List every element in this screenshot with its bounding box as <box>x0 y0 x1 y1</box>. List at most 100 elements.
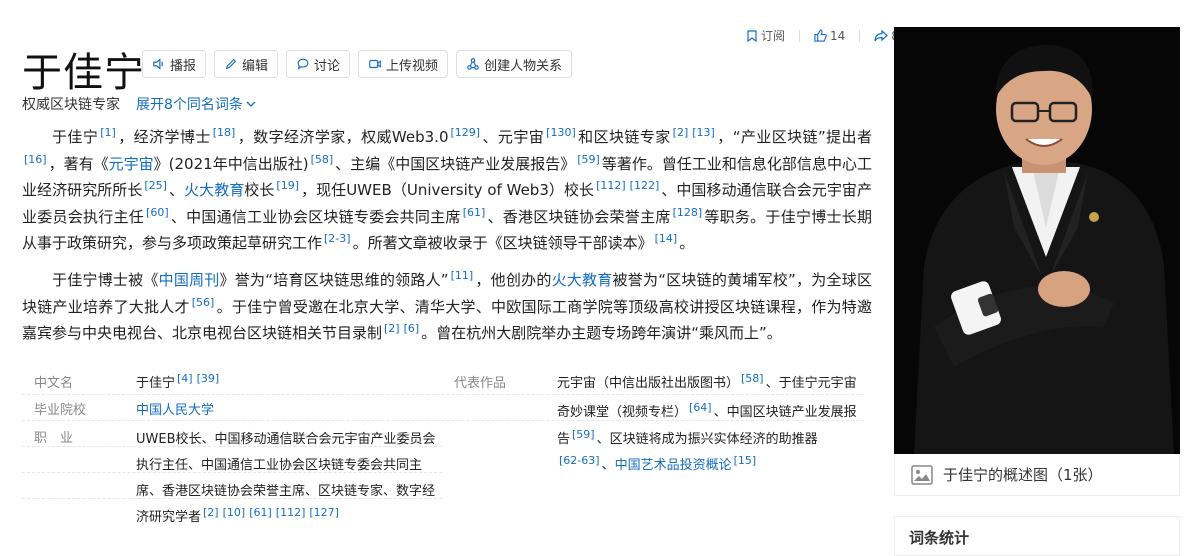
citation-ref[interactable]: [61] <box>249 506 272 519</box>
upload-video-label: 上传视频 <box>386 58 439 74</box>
para-text: ，经济学博士 <box>117 128 211 146</box>
citation-ref[interactable]: [16] <box>24 153 47 166</box>
citation-ref[interactable]: [19] <box>276 179 299 192</box>
like-count: 14 <box>830 28 846 43</box>
gallery-caption[interactable]: 于佳宁的概述图（1张） <box>894 454 1180 496</box>
citation-ref[interactable]: [122] <box>630 179 660 192</box>
link-huoda-education[interactable]: 火大教育 <box>184 181 244 199</box>
info-label: 职 业 <box>34 431 74 446</box>
citation-ref[interactable]: [112] <box>276 506 306 519</box>
create-relation-button[interactable]: 创建人物关系 <box>456 50 573 78</box>
para-text: 》誉为“培育区块链思维的领路人” <box>219 271 449 289</box>
para-text: 、香港区块链协会荣誉主席 <box>487 207 671 226</box>
citation-ref[interactable]: [58] <box>741 372 764 385</box>
citation-ref[interactable]: [112] <box>596 179 626 192</box>
subscribe-label: 订阅 <box>761 29 786 43</box>
works-link-art-investment[interactable]: 中国艺术品投资概论 <box>615 458 732 473</box>
citation-ref[interactable]: [2] <box>384 322 400 335</box>
video-upload-icon <box>369 59 381 69</box>
discuss-button[interactable]: 讨论 <box>286 50 351 78</box>
like-button[interactable]: 14 <box>814 29 845 43</box>
citation-ref[interactable]: [58] <box>311 153 334 166</box>
broadcast-label: 播报 <box>170 58 197 74</box>
gallery-caption-text: 于佳宁的概述图（1张） <box>943 466 1103 484</box>
citation-ref[interactable]: [39] <box>197 372 220 385</box>
info-label: 代表作品 <box>454 376 507 391</box>
citation-ref[interactable]: [10] <box>223 506 246 519</box>
citation-ref[interactable]: [11] <box>451 269 474 282</box>
citation-ref[interactable]: [128] <box>673 206 703 219</box>
info-value: 奇妙课堂（视频专栏） [64] 、中国区块链产业发展报 <box>557 400 857 420</box>
citation-ref[interactable]: [2] <box>203 506 219 519</box>
info-label: 中文名 <box>34 376 74 391</box>
link-huoda-education[interactable]: 火大教育 <box>552 271 613 289</box>
para-text: 于佳宁 <box>52 128 99 146</box>
lemma-stats-card: 词条统计 <box>894 516 1180 556</box>
top-actions: 订阅 14 8 <box>746 27 899 44</box>
summary-paragraph-1: 于佳宁 [1] ，经济学博士 [18] ，数字经济学家，权威Web3.0 [129] 、元宇… <box>22 124 872 257</box>
citation-ref[interactable]: [127] <box>309 506 339 519</box>
citation-ref[interactable]: [15] <box>734 454 757 467</box>
para-text: 、元宇宙 <box>482 128 545 146</box>
expand-homonyms-link[interactable]: 展开8个同名词条 <box>136 94 256 114</box>
lemma-description: 权威区块链专家 <box>22 97 120 113</box>
person-portrait-image <box>894 27 1180 454</box>
subtitle-row: 权威区块链专家 展开8个同名词条 <box>22 94 256 114</box>
citation-ref[interactable]: [25] <box>144 179 167 192</box>
thumbs-up-icon <box>814 29 827 42</box>
summary-paragraph-2: 于佳宁博士被《中国周刊》誉为“培育区块链思维的领路人” [11] ，他创办的火大教育… <box>22 267 872 347</box>
upload-video-button[interactable]: 上传视频 <box>358 50 449 78</box>
broadcast-button[interactable]: 播报 <box>142 50 207 78</box>
relation-icon <box>467 58 479 70</box>
para-text: 。所著文章被收录于《区块链领导干部读本》 <box>352 234 653 252</box>
info-label: 毕业院校 <box>34 403 87 418</box>
para-text: 、 <box>168 181 185 199</box>
citation-ref[interactable]: [129] <box>450 126 480 139</box>
school-link[interactable]: 中国人民大学 <box>136 399 214 418</box>
citation-ref[interactable]: [4] <box>177 372 193 385</box>
citation-ref[interactable]: [60] <box>146 206 169 219</box>
link-metaverse-book[interactable]: 元宇宙 <box>109 155 154 173</box>
citation-ref[interactable]: [1] <box>100 126 116 139</box>
link-china-weekly[interactable]: 中国周刊 <box>159 271 220 289</box>
bookmark-icon <box>747 29 757 42</box>
share-icon <box>874 29 889 41</box>
citation-ref[interactable]: [13] <box>692 126 715 139</box>
para-text: 、中国通信工业协会区块链专委会共同主席 <box>170 207 461 226</box>
citation-ref[interactable]: [2] <box>673 126 689 139</box>
info-value: 席、香港区块链协会荣誉主席、区块链专家、数字经 <box>136 484 436 499</box>
citation-ref[interactable]: [6] <box>404 322 420 335</box>
info-value: 济研究学者 [2] [10] [61] [112] [127] <box>136 505 339 525</box>
edit-label: 编辑 <box>242 58 269 74</box>
para-text: 校长 <box>244 181 275 199</box>
citation-ref[interactable]: [64] <box>689 401 712 414</box>
para-text: 于佳宁博士被《 <box>52 271 159 289</box>
create-relation-label: 创建人物关系 <box>484 58 563 74</box>
citation-ref[interactable]: [59] <box>572 428 595 441</box>
info-value: UWEB校长、中国移动通信联合会元宇宙产业委员会 <box>136 432 436 447</box>
citation-ref[interactable]: [61] <box>463 206 486 219</box>
speaker-icon <box>153 58 163 70</box>
lemma-stats-title: 词条统计 <box>909 529 970 547</box>
citation-ref[interactable]: [62-63] <box>559 454 600 467</box>
citation-ref[interactable]: [14] <box>655 232 678 245</box>
edit-button[interactable]: 编辑 <box>214 50 279 78</box>
page-title: 于佳宁 <box>22 50 145 96</box>
para-text: ，现任UWEB（University of Web3）校长 <box>301 181 595 199</box>
chevron-down-icon <box>246 101 256 107</box>
citation-ref[interactable]: [59] <box>577 153 600 166</box>
profile-photo[interactable] <box>894 27 1180 454</box>
para-text: 》(2021年中信出版社) <box>153 154 309 173</box>
citation-ref[interactable]: [56] <box>192 296 215 309</box>
citation-ref[interactable]: [130] <box>546 126 576 139</box>
para-text: ，他创办的 <box>475 271 552 289</box>
para-text: 。 <box>679 234 695 252</box>
para-text: 和区块链专家 <box>577 128 671 146</box>
info-value: 于佳宁 [4] [39] <box>136 371 220 391</box>
expand-homonyms-label: 展开8个同名词条 <box>136 97 243 113</box>
subscribe-button[interactable]: 订阅 <box>746 27 785 44</box>
citation-ref[interactable]: [18] <box>213 126 236 139</box>
para-text: 、主编《中国区块链产业发展报告》 <box>335 154 576 173</box>
para-text: ，数字经济学家，权威Web3.0 <box>237 128 449 146</box>
citation-ref[interactable]: [2-3] <box>324 232 351 245</box>
